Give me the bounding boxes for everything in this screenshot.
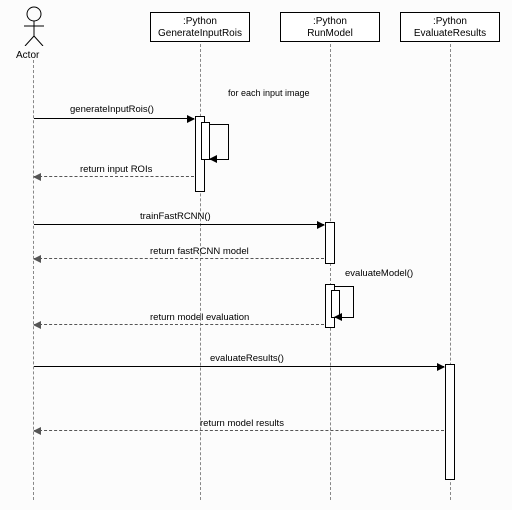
arrow-train-fastrcnn [34, 224, 324, 225]
participant-name: GenerateInputRois [151, 28, 249, 40]
arrow-return-input-rois [34, 176, 194, 177]
arrowhead-icon [187, 115, 195, 123]
arrow-return-fastrcnn [34, 258, 324, 259]
arrowhead-icon [209, 155, 217, 163]
loop-label: for each input image [228, 88, 310, 98]
msg-return-input-rois: return input ROIs [80, 164, 152, 175]
person-icon [21, 6, 47, 46]
selfcall-evaluate-model [335, 286, 354, 318]
msg-return-results: return model results [200, 418, 284, 429]
participant-evaluate-results: :Python EvaluateResults [400, 12, 500, 42]
selfcall-each-image [210, 124, 229, 160]
arrowhead-icon [437, 363, 445, 371]
lifeline-run-model [330, 44, 331, 500]
arrowhead-icon [317, 221, 325, 229]
arrow-evaluate-results [34, 366, 444, 367]
arrowhead-icon [334, 313, 342, 321]
msg-generate-input-rois: generateInputRois() [70, 104, 154, 115]
participant-name: RunModel [281, 28, 379, 40]
actor-label: Actor [16, 50, 39, 61]
actor-figure [20, 6, 48, 46]
msg-train-fastrcnn: trainFastRCNN() [140, 211, 211, 222]
arrowhead-icon [33, 427, 41, 435]
participant-class: :Python [151, 16, 249, 28]
arrow-return-evaluation [34, 324, 324, 325]
msg-evaluate-model: evaluateModel() [345, 268, 413, 279]
activation-evaluate-results [445, 364, 455, 480]
participant-class: :Python [401, 16, 499, 28]
arrowhead-icon [33, 173, 41, 181]
sequence-diagram: Actor :Python GenerateInputRois :Python … [0, 0, 512, 510]
msg-return-evaluation: return model evaluation [150, 312, 249, 323]
participant-name: EvaluateResults [401, 28, 499, 40]
arrowhead-icon [33, 321, 41, 329]
participant-class: :Python [281, 16, 379, 28]
arrowhead-icon [33, 255, 41, 263]
participant-generate-input-rois: :Python GenerateInputRois [150, 12, 250, 42]
arrow-return-results [34, 430, 444, 431]
activation-run-model-1 [325, 222, 335, 264]
participant-run-model: :Python RunModel [280, 12, 380, 42]
lifeline-generate-input-rois [200, 44, 201, 500]
msg-evaluate-results: evaluateResults() [210, 353, 284, 364]
msg-return-fastrcnn: return fastRCNN model [150, 246, 249, 257]
arrow-generate-input-rois [34, 118, 194, 119]
